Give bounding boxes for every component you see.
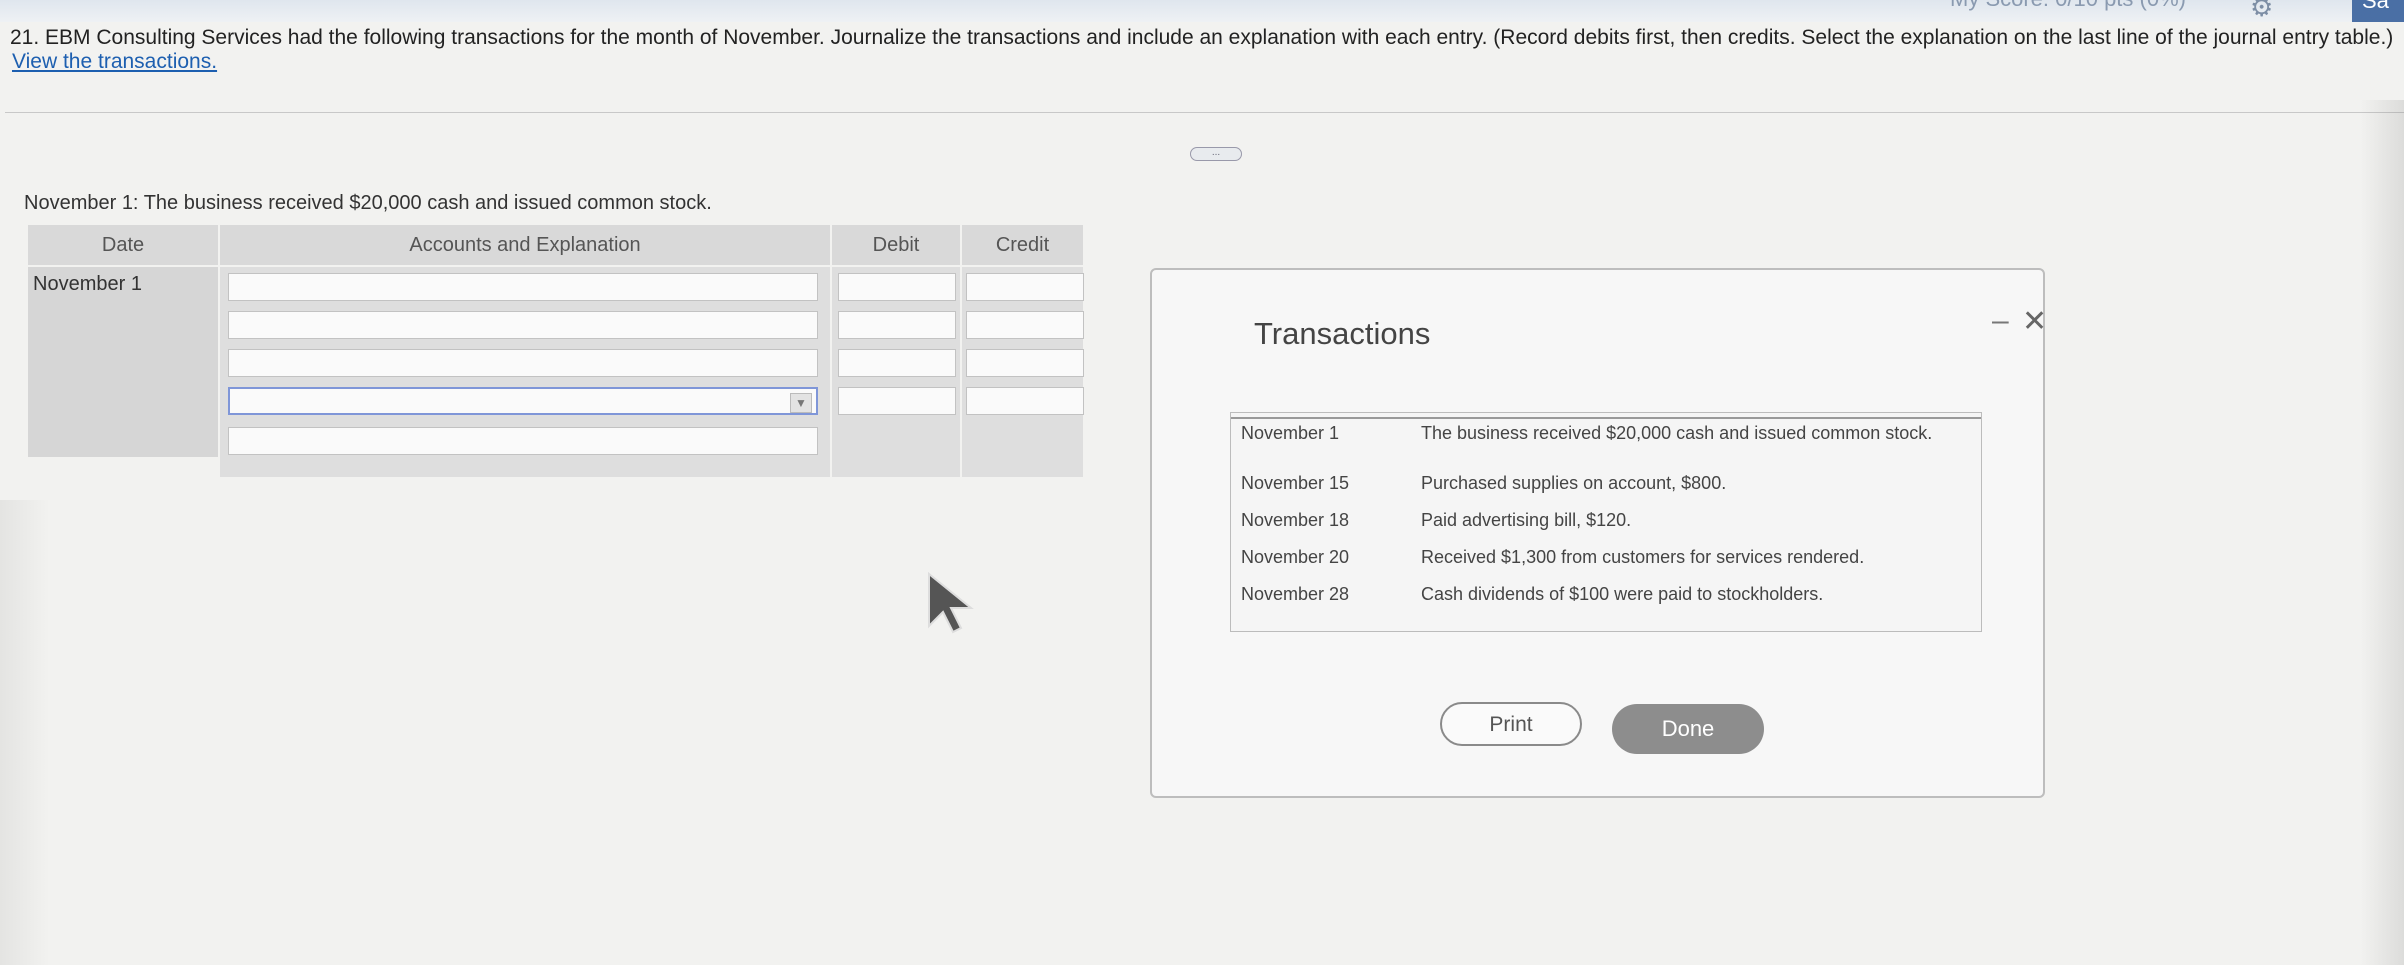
transaction-desc: Paid advertising bill, $120. — [1421, 510, 1632, 530]
header-debit: Debit — [832, 225, 960, 265]
settings-icon[interactable]: ⚙ — [2250, 0, 2273, 23]
transaction-desc: The business received $20,000 cash and i… — [1421, 423, 1933, 443]
debit-input-4[interactable] — [838, 387, 956, 415]
mouse-cursor-icon — [928, 571, 974, 634]
journal-table: Date Accounts and Explanation Debit Cred… — [28, 225, 1084, 487]
debit-input-3[interactable] — [838, 349, 956, 377]
transaction-date: November 15 — [1241, 473, 1350, 493]
credit-input-4[interactable] — [966, 387, 1084, 415]
entry-label: November 1: The business received $20,00… — [24, 192, 712, 214]
explanation-input[interactable] — [228, 427, 818, 455]
debit-input-1[interactable] — [838, 273, 956, 301]
transaction-date: November 28 — [1241, 584, 1350, 604]
transactions-list: November 1 The business received $20,000… — [1230, 412, 1982, 632]
credit-input-2[interactable] — [966, 311, 1084, 339]
question-text: 21. EBM Consulting Services had the foll… — [10, 26, 2394, 49]
done-button[interactable]: Done — [1612, 704, 1764, 754]
close-icon[interactable]: ✕ — [2022, 304, 2047, 339]
credit-input-3[interactable] — [966, 349, 1084, 377]
transactions-dialog: Transactions – ✕ November 1 The business… — [1150, 268, 2047, 798]
date-cell: November 1 — [28, 267, 218, 457]
expand-button[interactable]: ... — [1190, 147, 1242, 161]
dialog-title: Transactions — [1254, 316, 1431, 351]
account-input-4[interactable]: ▼ — [228, 387, 818, 415]
score-text: My Score: 0/10 pts (0%) — [1950, 0, 2186, 12]
credit-input-1[interactable] — [966, 273, 1084, 301]
transaction-date: November 1 — [1241, 423, 1340, 443]
transaction-desc: Purchased supplies on account, $800. — [1421, 473, 1727, 493]
top-bar: My Score: 0/10 pts (0%) ⚙ Sa — [0, 0, 2404, 22]
edge-shadow — [0, 500, 50, 965]
transaction-date: November 20 — [1241, 547, 1350, 567]
transaction-desc: Received $1,300 from customers for servi… — [1421, 547, 1865, 567]
transaction-desc: Cash dividends of $100 were paid to stoc… — [1421, 584, 1824, 604]
header-credit: Credit — [962, 225, 1083, 265]
debit-input-2[interactable] — [838, 311, 956, 339]
divider — [5, 112, 2404, 113]
minimize-icon[interactable]: – — [1992, 304, 2009, 338]
account-input-3[interactable] — [228, 349, 818, 377]
print-button[interactable]: Print — [1440, 702, 1582, 746]
edge-shadow — [2360, 100, 2404, 965]
dropdown-arrow-icon[interactable]: ▼ — [790, 393, 812, 413]
account-input-2[interactable] — [228, 311, 818, 339]
header-accounts: Accounts and Explanation — [220, 225, 830, 265]
account-input-1[interactable] — [228, 273, 818, 301]
save-button[interactable]: Sa — [2352, 0, 2404, 22]
header-date: Date — [28, 225, 218, 265]
transaction-date: November 18 — [1241, 510, 1350, 530]
view-transactions-link[interactable]: View the transactions. — [12, 50, 217, 74]
